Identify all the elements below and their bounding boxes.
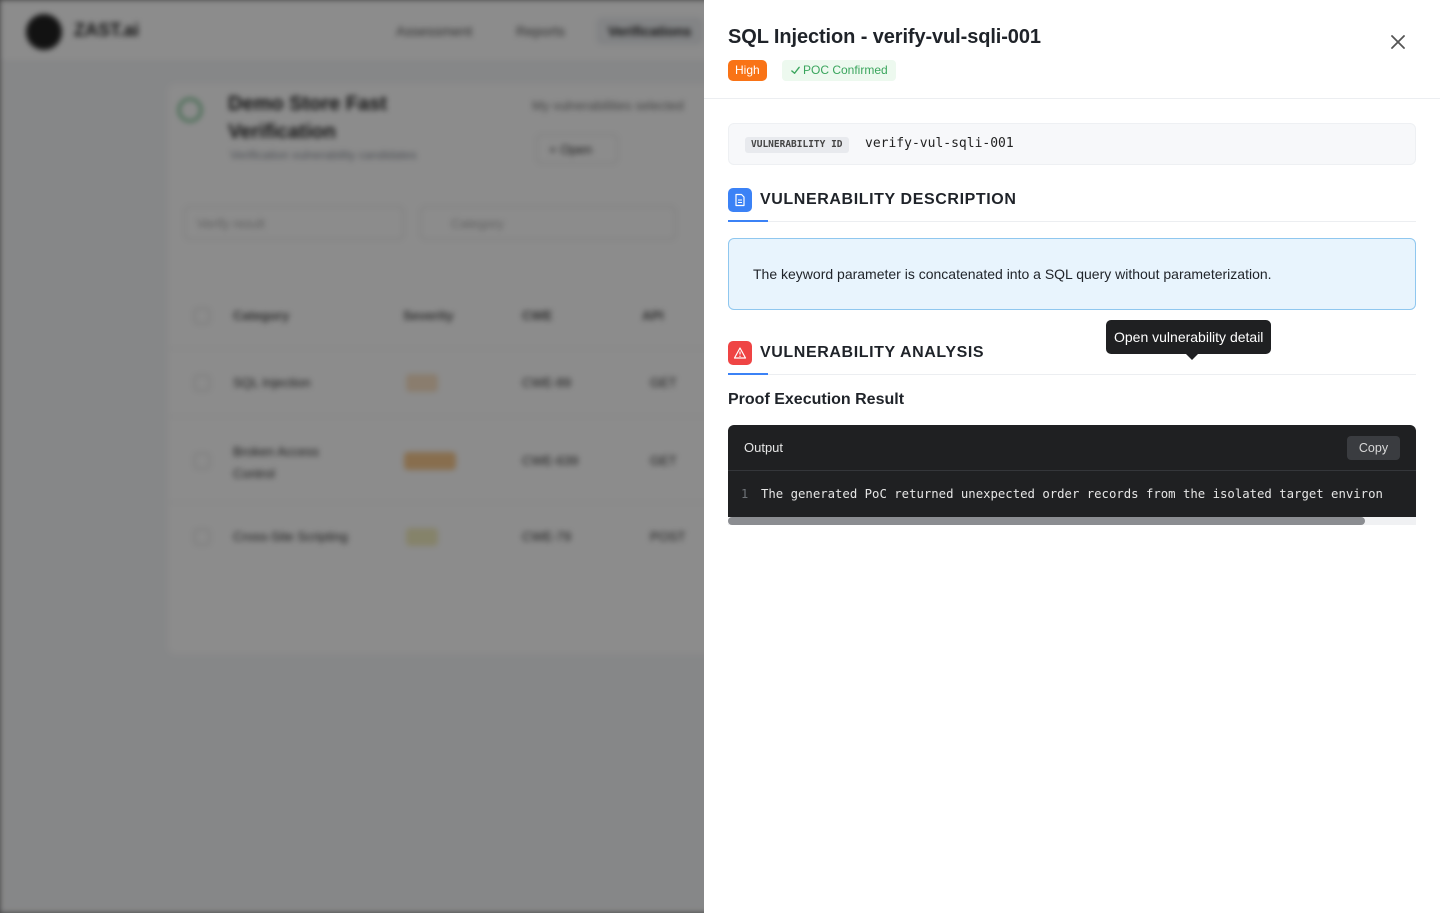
copy-button[interactable]: Copy xyxy=(1347,436,1400,460)
description-box: The keyword parameter is concatenated in… xyxy=(728,238,1416,310)
scrollbar-thumb[interactable] xyxy=(728,517,1365,525)
code-header-label: Output xyxy=(744,440,784,455)
warning-icon xyxy=(728,341,752,365)
code-line: The generated PoC returned unexpected or… xyxy=(761,487,1383,501)
document-icon xyxy=(728,188,752,212)
tooltip-arrow xyxy=(1186,354,1198,360)
status-badge-label: POC Confirmed xyxy=(803,63,888,77)
vulnerability-id-box: VULNERABILITY ID verify-vul-sqli-001 xyxy=(728,123,1416,165)
section-underline xyxy=(728,373,768,375)
severity-badge: High xyxy=(728,60,767,81)
tooltip: Open vulnerability detail xyxy=(1106,320,1272,354)
check-icon xyxy=(791,66,800,74)
code-output-block: Output Copy 1 The generated PoC returned… xyxy=(728,425,1416,525)
code-header: Output Copy xyxy=(728,425,1416,471)
status-badge: POC Confirmed xyxy=(782,60,896,81)
drawer-header: SQL Injection - verify-vul-sqli-001 High… xyxy=(704,0,1440,99)
close-button[interactable] xyxy=(1386,30,1410,54)
line-number: 1 xyxy=(741,487,749,501)
horizontal-scrollbar[interactable] xyxy=(728,517,1416,525)
description-section-header: VULNERABILITY DESCRIPTION xyxy=(728,188,1416,222)
analysis-section-title: VULNERABILITY ANALYSIS xyxy=(760,344,985,361)
analysis-section-header: VULNERABILITY ANALYSIS xyxy=(728,341,1416,375)
section-underline xyxy=(728,220,768,222)
drawer-title: SQL Injection - verify-vul-sqli-001 xyxy=(728,26,1041,48)
description-text: The keyword parameter is concatenated in… xyxy=(753,266,1272,282)
vulnerability-drawer: SQL Injection - verify-vul-sqli-001 High… xyxy=(704,0,1440,913)
description-section-title: VULNERABILITY DESCRIPTION xyxy=(760,191,1017,208)
proof-title: Proof Execution Result xyxy=(728,391,905,408)
close-icon xyxy=(1391,35,1405,49)
vulnerability-id-value: verify-vul-sqli-001 xyxy=(865,136,1014,151)
vulnerability-id-label: VULNERABILITY ID xyxy=(745,137,849,153)
